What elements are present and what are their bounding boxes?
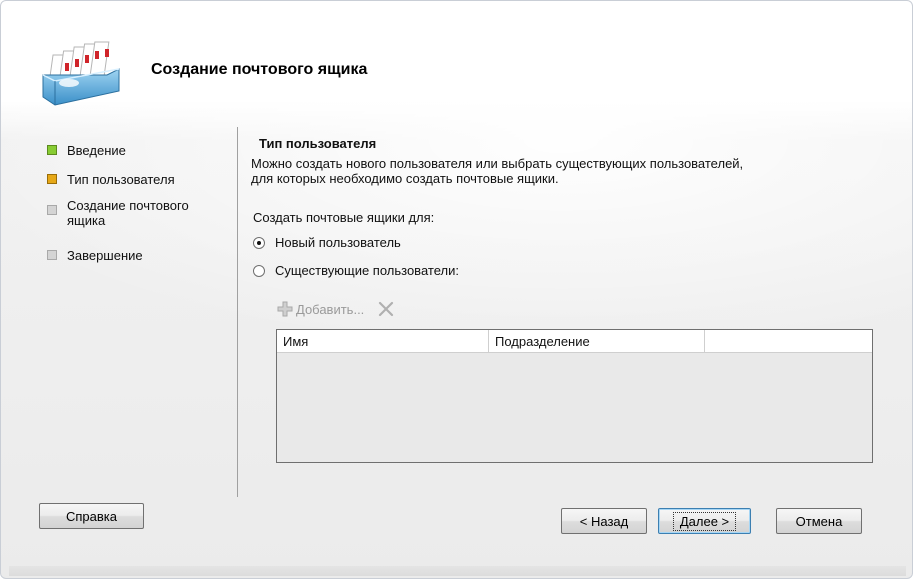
column-header-empty[interactable] [705,330,872,352]
mailbox-tray-icon [42,41,120,106]
add-button[interactable]: Добавить... [296,302,364,317]
cancel-button[interactable]: Отмена [776,508,862,534]
step-current-icon [47,174,57,184]
help-button[interactable]: Справка [39,503,144,529]
column-header-name[interactable]: Имя [277,330,489,352]
create-for-label: Создать почтовые ящики для: [253,210,435,225]
step-completion: Завершение [47,248,217,263]
grid-header: Имя Подразделение [277,330,872,353]
bottom-band [9,566,906,576]
step-introduction: Введение [47,143,217,158]
column-header-department[interactable]: Подразделение [489,330,705,352]
vertical-divider [237,127,238,497]
step-label: Завершение [67,248,143,263]
step-pending-icon [47,250,57,260]
step-label: Введение [67,143,126,158]
step-pending-icon [47,205,57,215]
plus-icon[interactable] [277,301,293,317]
radio-label: Существующие пользователи: [275,263,459,278]
back-button[interactable]: < Назад [561,508,647,534]
remove-x-icon[interactable] [378,301,394,317]
next-button[interactable]: Далее > [658,508,751,534]
radio-button[interactable] [253,264,265,277]
users-grid[interactable]: Имя Подразделение [276,329,873,463]
grid-toolbar: Добавить... [277,301,394,317]
next-button-label: Далее > [672,511,737,531]
step-create-mailbox: Создание почтового ящика [47,198,217,228]
section-title: Тип пользователя [259,136,377,151]
description-line: для которых необходимо создать почтовые … [251,171,559,186]
description-line: Можно создать нового пользователя или вы… [251,156,744,171]
wizard-window: Создание почтового ящика Введение Тип по… [0,0,913,579]
radio-label: Новый пользователь [275,235,401,250]
wizard-title: Создание почтового ящика [151,61,368,78]
radio-existing-users[interactable]: Существующие пользователи: [253,263,459,278]
step-user-type: Тип пользователя [47,172,217,187]
radio-button[interactable] [253,236,265,249]
step-label: Создание почтового ящика [67,198,189,228]
step-label: Тип пользователя [67,172,175,187]
step-done-icon [47,145,57,155]
section-description: Можно создать нового пользователя или вы… [251,156,871,186]
radio-new-user[interactable]: Новый пользователь [253,235,401,250]
